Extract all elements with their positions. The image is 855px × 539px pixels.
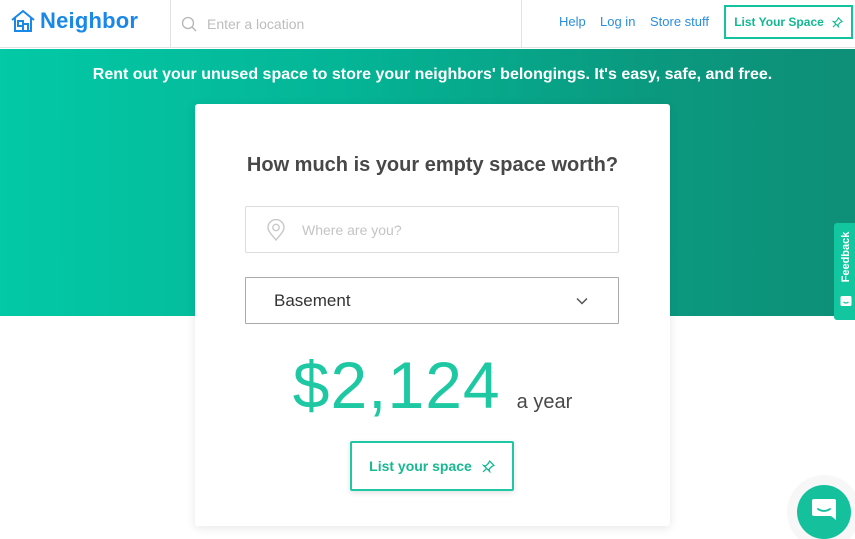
price-unit: a year [516,391,573,413]
brand-logo[interactable]: Neighbor [10,8,138,34]
chevron-down-icon [576,297,588,305]
chat-bubble-icon [812,499,836,520]
card-title: How much is your empty space worth? [246,154,619,176]
house-icon [11,9,35,32]
top-nav-bar: Neighbor Help Log in Store stuff List Yo… [0,0,855,48]
location-search [170,0,522,48]
list-your-space-label: List your space [369,458,472,474]
pushpin-icon [831,16,843,28]
search-icon [181,16,197,32]
space-type-select[interactable]: Basement [245,277,619,324]
smiley-icon [840,296,852,306]
price-value: $2,124 [292,348,501,422]
map-pin-icon [267,218,285,241]
brand-name: Neighbor [40,8,139,33]
nav-login-link[interactable]: Log in [600,14,635,29]
list-your-space-header-button[interactable]: List Your Space [724,5,853,39]
pushpin-icon [481,459,495,473]
feedback-tab[interactable]: Feedback [834,223,855,320]
space-type-value: Basement [274,290,351,310]
list-your-space-header-label: List Your Space [734,15,824,29]
chat-launcher-button[interactable] [797,485,851,539]
where-are-you-field[interactable] [245,206,619,253]
nav-help-link[interactable]: Help [559,14,586,29]
where-are-you-input[interactable] [302,221,582,238]
price-estimate: $2,124 a year [195,347,670,423]
feedback-label: Feedback [840,231,852,283]
hero-tagline: Rent out your unused space to store your… [92,66,773,83]
nav-store-stuff-link[interactable]: Store stuff [650,14,709,29]
estimate-card: How much is your empty space worth? Base… [195,104,670,526]
list-your-space-button[interactable]: List your space [350,441,514,491]
location-search-input[interactable] [207,16,507,32]
